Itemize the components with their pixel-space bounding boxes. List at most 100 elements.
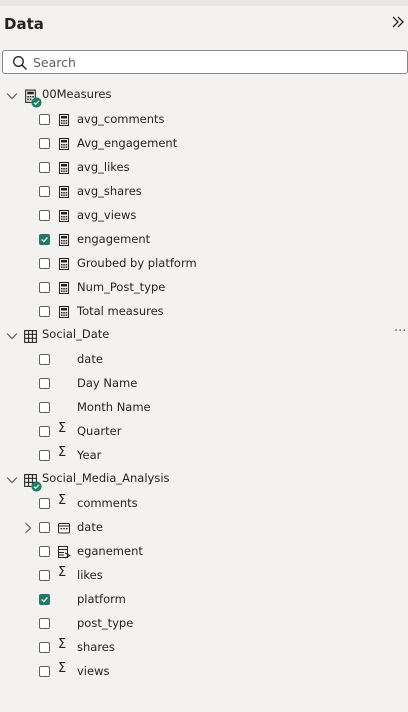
check-badge-icon: [31, 97, 42, 108]
field-checkbox[interactable]: [39, 498, 50, 509]
field-label: views: [77, 664, 110, 678]
field-label: date: [77, 520, 103, 534]
sigma-icon: Σ: [58, 565, 67, 580]
field-checkbox[interactable]: [39, 594, 50, 605]
sigma-icon: Σ: [58, 445, 67, 460]
sigma-icon: Σ: [58, 661, 67, 676]
field-row[interactable]: post_type: [0, 612, 408, 636]
field-label: avg_shares: [77, 184, 142, 198]
chevron-right-icon[interactable]: [21, 521, 35, 535]
calculator-icon: [59, 162, 69, 174]
field-checkbox[interactable]: [39, 210, 50, 221]
field-checkbox[interactable]: [39, 618, 50, 629]
field-label: Day Name: [77, 376, 138, 390]
calculator-icon: [59, 258, 69, 270]
calculator-icon: [59, 138, 69, 150]
field-label: post_type: [77, 616, 134, 630]
field-checkbox[interactable]: [39, 186, 50, 197]
chevron-down-icon[interactable]: [5, 89, 19, 103]
field-checkbox[interactable]: [39, 354, 50, 365]
field-row[interactable]: engagement: [0, 228, 408, 252]
field-checkbox[interactable]: [39, 162, 50, 173]
calculator-icon: [59, 210, 69, 222]
field-label: avg_views: [77, 208, 137, 222]
field-label: Total measures: [77, 304, 164, 318]
collapse-pane-button[interactable]: [390, 14, 408, 34]
calculator-icon: [59, 306, 69, 318]
chevron-down-icon[interactable]: [5, 473, 19, 487]
field-row[interactable]: Num_Post_type: [0, 276, 408, 300]
field-row[interactable]: avg_shares: [0, 180, 408, 204]
table-header-social-date[interactable]: Social_Date ···: [0, 324, 408, 348]
calculated-column-icon: [58, 546, 71, 559]
chevron-double-right-icon: [392, 16, 404, 28]
search-icon: [13, 56, 27, 70]
chevron-down-icon[interactable]: [5, 329, 19, 343]
field-checkbox[interactable]: [39, 666, 50, 677]
field-label: Num_Post_type: [77, 280, 166, 294]
field-label: Avg_engagement: [77, 136, 178, 150]
field-checkbox[interactable]: [39, 426, 50, 437]
field-label: likes: [77, 568, 103, 582]
calendar-icon: [58, 523, 70, 534]
field-row[interactable]: avg_likes: [0, 156, 408, 180]
field-checkbox[interactable]: [39, 114, 50, 125]
field-checkbox[interactable]: [39, 570, 50, 581]
table-label: Social_Date: [42, 327, 110, 341]
field-row[interactable]: date: [0, 348, 408, 372]
table-header-social-media-analysis[interactable]: Social_Media_Analysis: [0, 468, 408, 492]
field-row[interactable]: Groubed by platform: [0, 252, 408, 276]
field-checkbox[interactable]: [39, 450, 50, 461]
field-row[interactable]: Total measures: [0, 300, 408, 324]
checkmark-icon: [41, 237, 48, 243]
table-header-00measures[interactable]: 00Measures: [0, 84, 408, 108]
field-checkbox[interactable]: [39, 138, 50, 149]
calculator-icon: [59, 186, 69, 198]
more-options-button[interactable]: ···: [394, 324, 406, 339]
field-checkbox[interactable]: [39, 522, 50, 533]
search-box[interactable]: [2, 50, 408, 74]
table-label: Social_Media_Analysis: [42, 471, 170, 485]
field-row[interactable]: Avg_engagement: [0, 132, 408, 156]
calculator-icon: [59, 114, 69, 126]
table-label: 00Measures: [42, 87, 112, 101]
field-label: Quarter: [77, 424, 122, 438]
field-row[interactable]: Σshares: [0, 636, 408, 660]
field-row[interactable]: Day Name: [0, 372, 408, 396]
field-row[interactable]: Σ Quarter: [0, 420, 408, 444]
field-row[interactable]: Σcomments: [0, 492, 408, 516]
calculator-icon: [59, 282, 69, 294]
field-label: Month Name: [77, 400, 151, 414]
search-input[interactable]: [33, 53, 393, 71]
field-row[interactable]: platform: [0, 588, 408, 612]
table-icon: [24, 330, 37, 343]
pane-title: Data: [4, 15, 44, 33]
field-row[interactable]: avg_comments: [0, 108, 408, 132]
top-divider: [0, 0, 408, 6]
field-checkbox[interactable]: [39, 282, 50, 293]
field-row[interactable]: avg_views: [0, 204, 408, 228]
field-label: Year: [77, 448, 102, 462]
field-row[interactable]: Σlikes: [0, 564, 408, 588]
field-checkbox[interactable]: [39, 642, 50, 653]
field-row[interactable]: Σviews: [0, 660, 408, 684]
field-checkbox[interactable]: [39, 378, 50, 389]
field-label: shares: [77, 640, 115, 654]
check-badge-icon: [31, 481, 42, 492]
field-checkbox[interactable]: [39, 402, 50, 413]
field-checkbox[interactable]: [39, 234, 50, 245]
field-checkbox[interactable]: [39, 546, 50, 557]
field-label: platform: [77, 592, 126, 606]
field-row[interactable]: Σ Year: [0, 444, 408, 468]
sigma-icon: Σ: [58, 493, 67, 508]
field-checkbox[interactable]: [39, 306, 50, 317]
field-row[interactable]: eganement: [0, 540, 408, 564]
field-label: avg_comments: [77, 112, 165, 126]
checkmark-icon: [41, 597, 48, 603]
field-row[interactable]: Month Name: [0, 396, 408, 420]
field-row[interactable]: date: [0, 516, 408, 540]
field-label: engagement: [77, 232, 151, 246]
field-checkbox[interactable]: [39, 258, 50, 269]
sigma-icon: Σ: [58, 421, 67, 436]
field-label: comments: [77, 496, 138, 510]
